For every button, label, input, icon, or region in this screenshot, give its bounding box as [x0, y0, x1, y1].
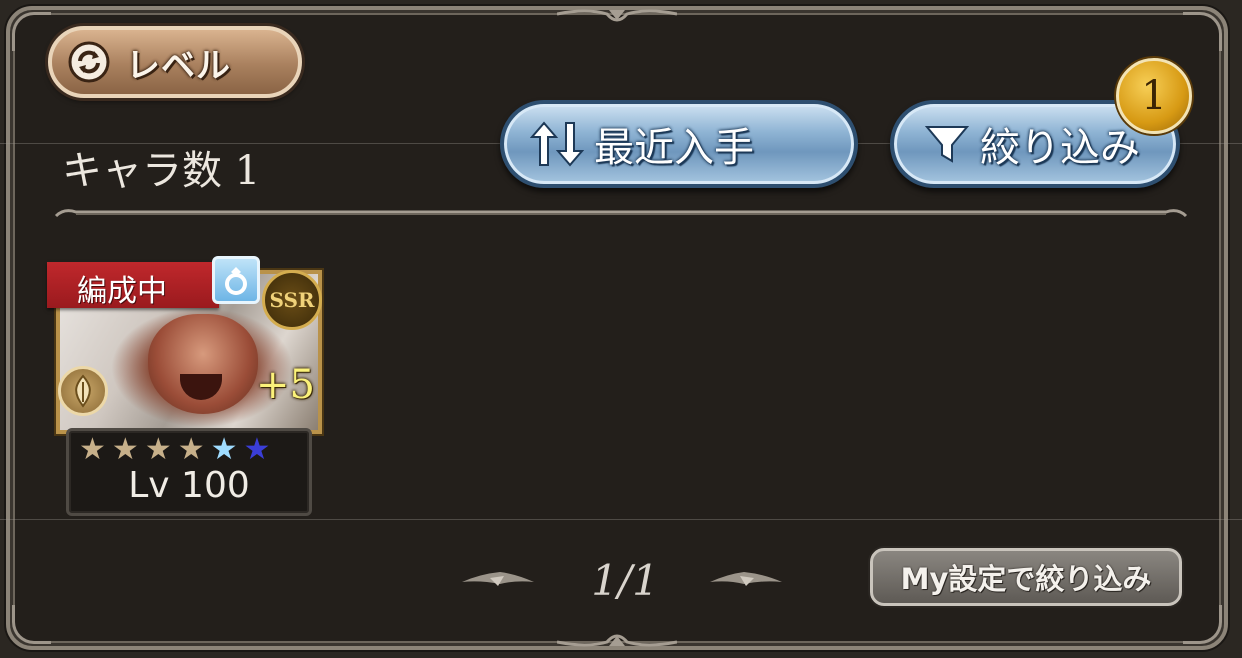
frame-ornament-top — [557, 9, 677, 22]
section-divider — [54, 209, 1188, 218]
star-icon: ★ — [243, 432, 271, 467]
star-icon: ★ — [177, 432, 205, 467]
frame-corner — [12, 605, 51, 644]
star-icon: ★ — [144, 432, 172, 467]
frame-corner — [1183, 605, 1222, 644]
frame-ornament-bottom — [557, 634, 677, 647]
rarity-label: SSR — [269, 288, 315, 312]
rarity-badge: SSR — [262, 270, 322, 330]
uncap-stars: ★ ★ ★ ★ ★ ★ — [79, 433, 270, 467]
level-box: ★ ★ ★ ★ ★ ★ Lv 100 — [66, 428, 312, 516]
frame-corner — [12, 12, 51, 51]
star-icon: ★ — [210, 432, 238, 467]
ring-icon — [212, 256, 260, 304]
star-icon: ★ — [111, 432, 139, 467]
pagination: 1/1 — [460, 556, 790, 605]
sort-mode-button[interactable]: レベル — [48, 26, 302, 98]
plus-bonus: +5 — [256, 362, 315, 408]
sort-order-button[interactable]: 最近入手 — [500, 100, 858, 188]
cycle-icon — [66, 39, 112, 85]
next-page-icon[interactable] — [708, 568, 784, 592]
filter-count: 1 — [1141, 73, 1167, 119]
my-filter-button[interactable]: My設定で絞り込み — [870, 548, 1182, 606]
character-count: キャラ数 1 — [62, 148, 261, 194]
element-icon — [58, 366, 108, 416]
star-icon: ★ — [79, 432, 106, 467]
sort-order-label: 最近入手 — [594, 125, 754, 171]
character-level: Lv 100 — [128, 465, 250, 506]
filter-count-badge: 1 — [1116, 58, 1192, 134]
sort-mode-label: レベル — [126, 45, 231, 86]
party-status-label: 編成中 — [77, 274, 167, 309]
sort-arrows-icon — [530, 119, 584, 169]
filter-label: 絞り込み — [980, 125, 1140, 171]
my-filter-label: My設定で絞り込み — [900, 562, 1152, 596]
frame-corner — [1183, 12, 1222, 51]
character-card[interactable]: 編成中 SSR +5 ★ ★ ★ ★ ★ ★ Lv 100 — [47, 256, 326, 522]
funnel-icon — [924, 121, 970, 167]
party-status-band: 編成中 — [47, 262, 219, 309]
